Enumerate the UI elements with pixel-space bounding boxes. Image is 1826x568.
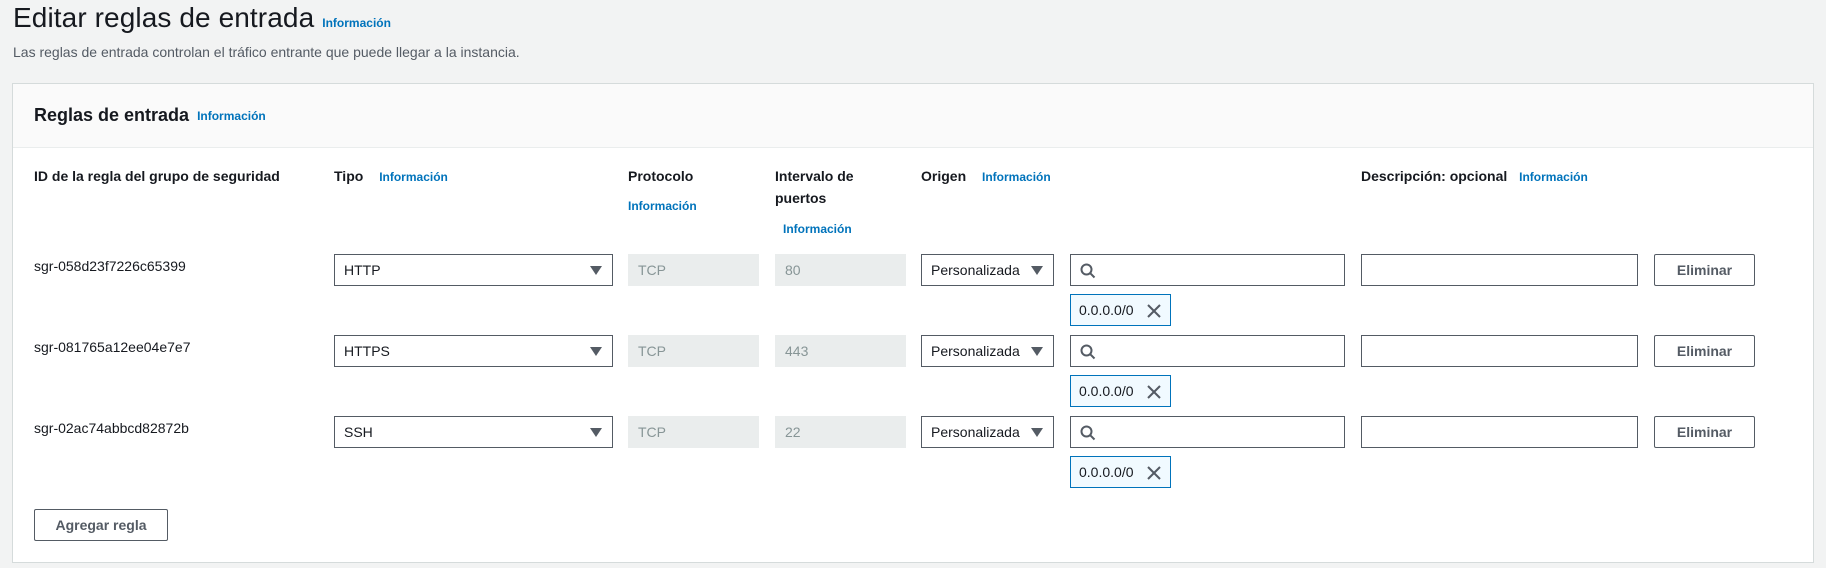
type-select[interactable]: HTTP — [334, 254, 613, 286]
add-rule-button[interactable]: Agregar regla — [34, 509, 168, 541]
source-select[interactable]: Personalizada — [921, 254, 1054, 286]
caret-down-icon — [1031, 266, 1043, 275]
cidr-search-input[interactable] — [1070, 335, 1345, 367]
column-header-source: Origen Información — [921, 165, 1051, 188]
type-info-link[interactable]: Información — [379, 170, 448, 184]
caret-down-icon — [590, 428, 602, 437]
column-header-type: Tipo Información — [334, 165, 448, 188]
close-icon[interactable] — [1146, 303, 1162, 319]
column-header-protocol: Protocolo — [628, 168, 694, 184]
column-header-port-line1: Intervalo de — [775, 168, 854, 184]
cidr-search-input[interactable] — [1070, 254, 1345, 286]
search-icon — [1080, 263, 1096, 279]
cidr-token-label: 0.0.0.0/0 — [1079, 464, 1134, 480]
port-info-wrap: Información — [783, 220, 852, 238]
column-header-description-label: Descripción: opcional — [1361, 168, 1508, 184]
page-title: Editar reglas de entrada — [13, 2, 315, 33]
rule-id: sgr-02ac74abbcd82872b — [34, 420, 189, 436]
column-header-type-label: Tipo — [334, 168, 364, 184]
column-header-id: ID de la regla del grupo de seguridad — [34, 168, 280, 184]
inbound-rules-panel: Reglas de entrada Información ID de la r… — [12, 83, 1814, 563]
description-input[interactable] — [1361, 416, 1638, 448]
source-select-value: Personalizada — [931, 424, 1020, 440]
cidr-token: 0.0.0.0/0 — [1070, 294, 1171, 326]
cidr-token-label: 0.0.0.0/0 — [1079, 302, 1134, 318]
column-header-port-line2: puertos — [775, 190, 827, 206]
description-info-link[interactable]: Información — [1519, 170, 1588, 184]
port-range-field: 80 — [775, 254, 906, 286]
protocol-field: TCP — [628, 335, 759, 367]
column-header-source-label: Origen — [921, 168, 967, 184]
source-select[interactable]: Personalizada — [921, 416, 1054, 448]
protocol-field: TCP — [628, 254, 759, 286]
delete-rule-button[interactable]: Eliminar — [1654, 335, 1755, 367]
type-select-value: SSH — [344, 424, 373, 440]
cidr-token: 0.0.0.0/0 — [1070, 375, 1171, 407]
close-icon[interactable] — [1146, 465, 1162, 481]
source-select-value: Personalizada — [931, 343, 1020, 359]
rule-id: sgr-058d23f7226c65399 — [34, 258, 186, 274]
cidr-token: 0.0.0.0/0 — [1070, 456, 1171, 488]
search-icon — [1080, 344, 1096, 360]
protocol-info-link[interactable]: Información — [628, 199, 697, 213]
search-icon — [1080, 425, 1096, 441]
column-header-port-range: Intervalo de puertos — [775, 165, 854, 209]
panel-title: Reglas de entrada — [34, 105, 190, 125]
delete-rule-button[interactable]: Eliminar — [1654, 254, 1755, 286]
description-input[interactable] — [1361, 254, 1638, 286]
port-info-link[interactable]: Información — [783, 222, 852, 236]
source-select-value: Personalizada — [931, 262, 1020, 278]
type-select-value: HTTPS — [344, 343, 390, 359]
panel-info-link[interactable]: Información — [197, 109, 266, 123]
type-select-value: HTTP — [344, 262, 381, 278]
type-select[interactable]: HTTPS — [334, 335, 613, 367]
page-subtitle: Las reglas de entrada controlan el tráfi… — [13, 44, 520, 60]
page-info-link[interactable]: Información — [322, 16, 391, 30]
caret-down-icon — [1031, 428, 1043, 437]
description-input[interactable] — [1361, 335, 1638, 367]
cidr-token-label: 0.0.0.0/0 — [1079, 383, 1134, 399]
source-info-link[interactable]: Información — [982, 170, 1051, 184]
protocol-field: TCP — [628, 416, 759, 448]
page-header: Editar reglas de entrada Información — [13, 2, 391, 34]
rule-id: sgr-081765a12ee04e7e7 — [34, 339, 191, 355]
port-range-field: 22 — [775, 416, 906, 448]
caret-down-icon — [1031, 347, 1043, 356]
close-icon[interactable] — [1146, 384, 1162, 400]
source-select[interactable]: Personalizada — [921, 335, 1054, 367]
caret-down-icon — [590, 347, 602, 356]
delete-rule-button[interactable]: Eliminar — [1654, 416, 1755, 448]
caret-down-icon — [590, 266, 602, 275]
cidr-search-input[interactable] — [1070, 416, 1345, 448]
port-range-field: 443 — [775, 335, 906, 367]
protocol-info-wrap: Información — [628, 197, 697, 215]
panel-header: Reglas de entrada Información — [13, 84, 1813, 148]
type-select[interactable]: SSH — [334, 416, 613, 448]
column-header-description: Descripción: opcional Información — [1361, 165, 1588, 188]
